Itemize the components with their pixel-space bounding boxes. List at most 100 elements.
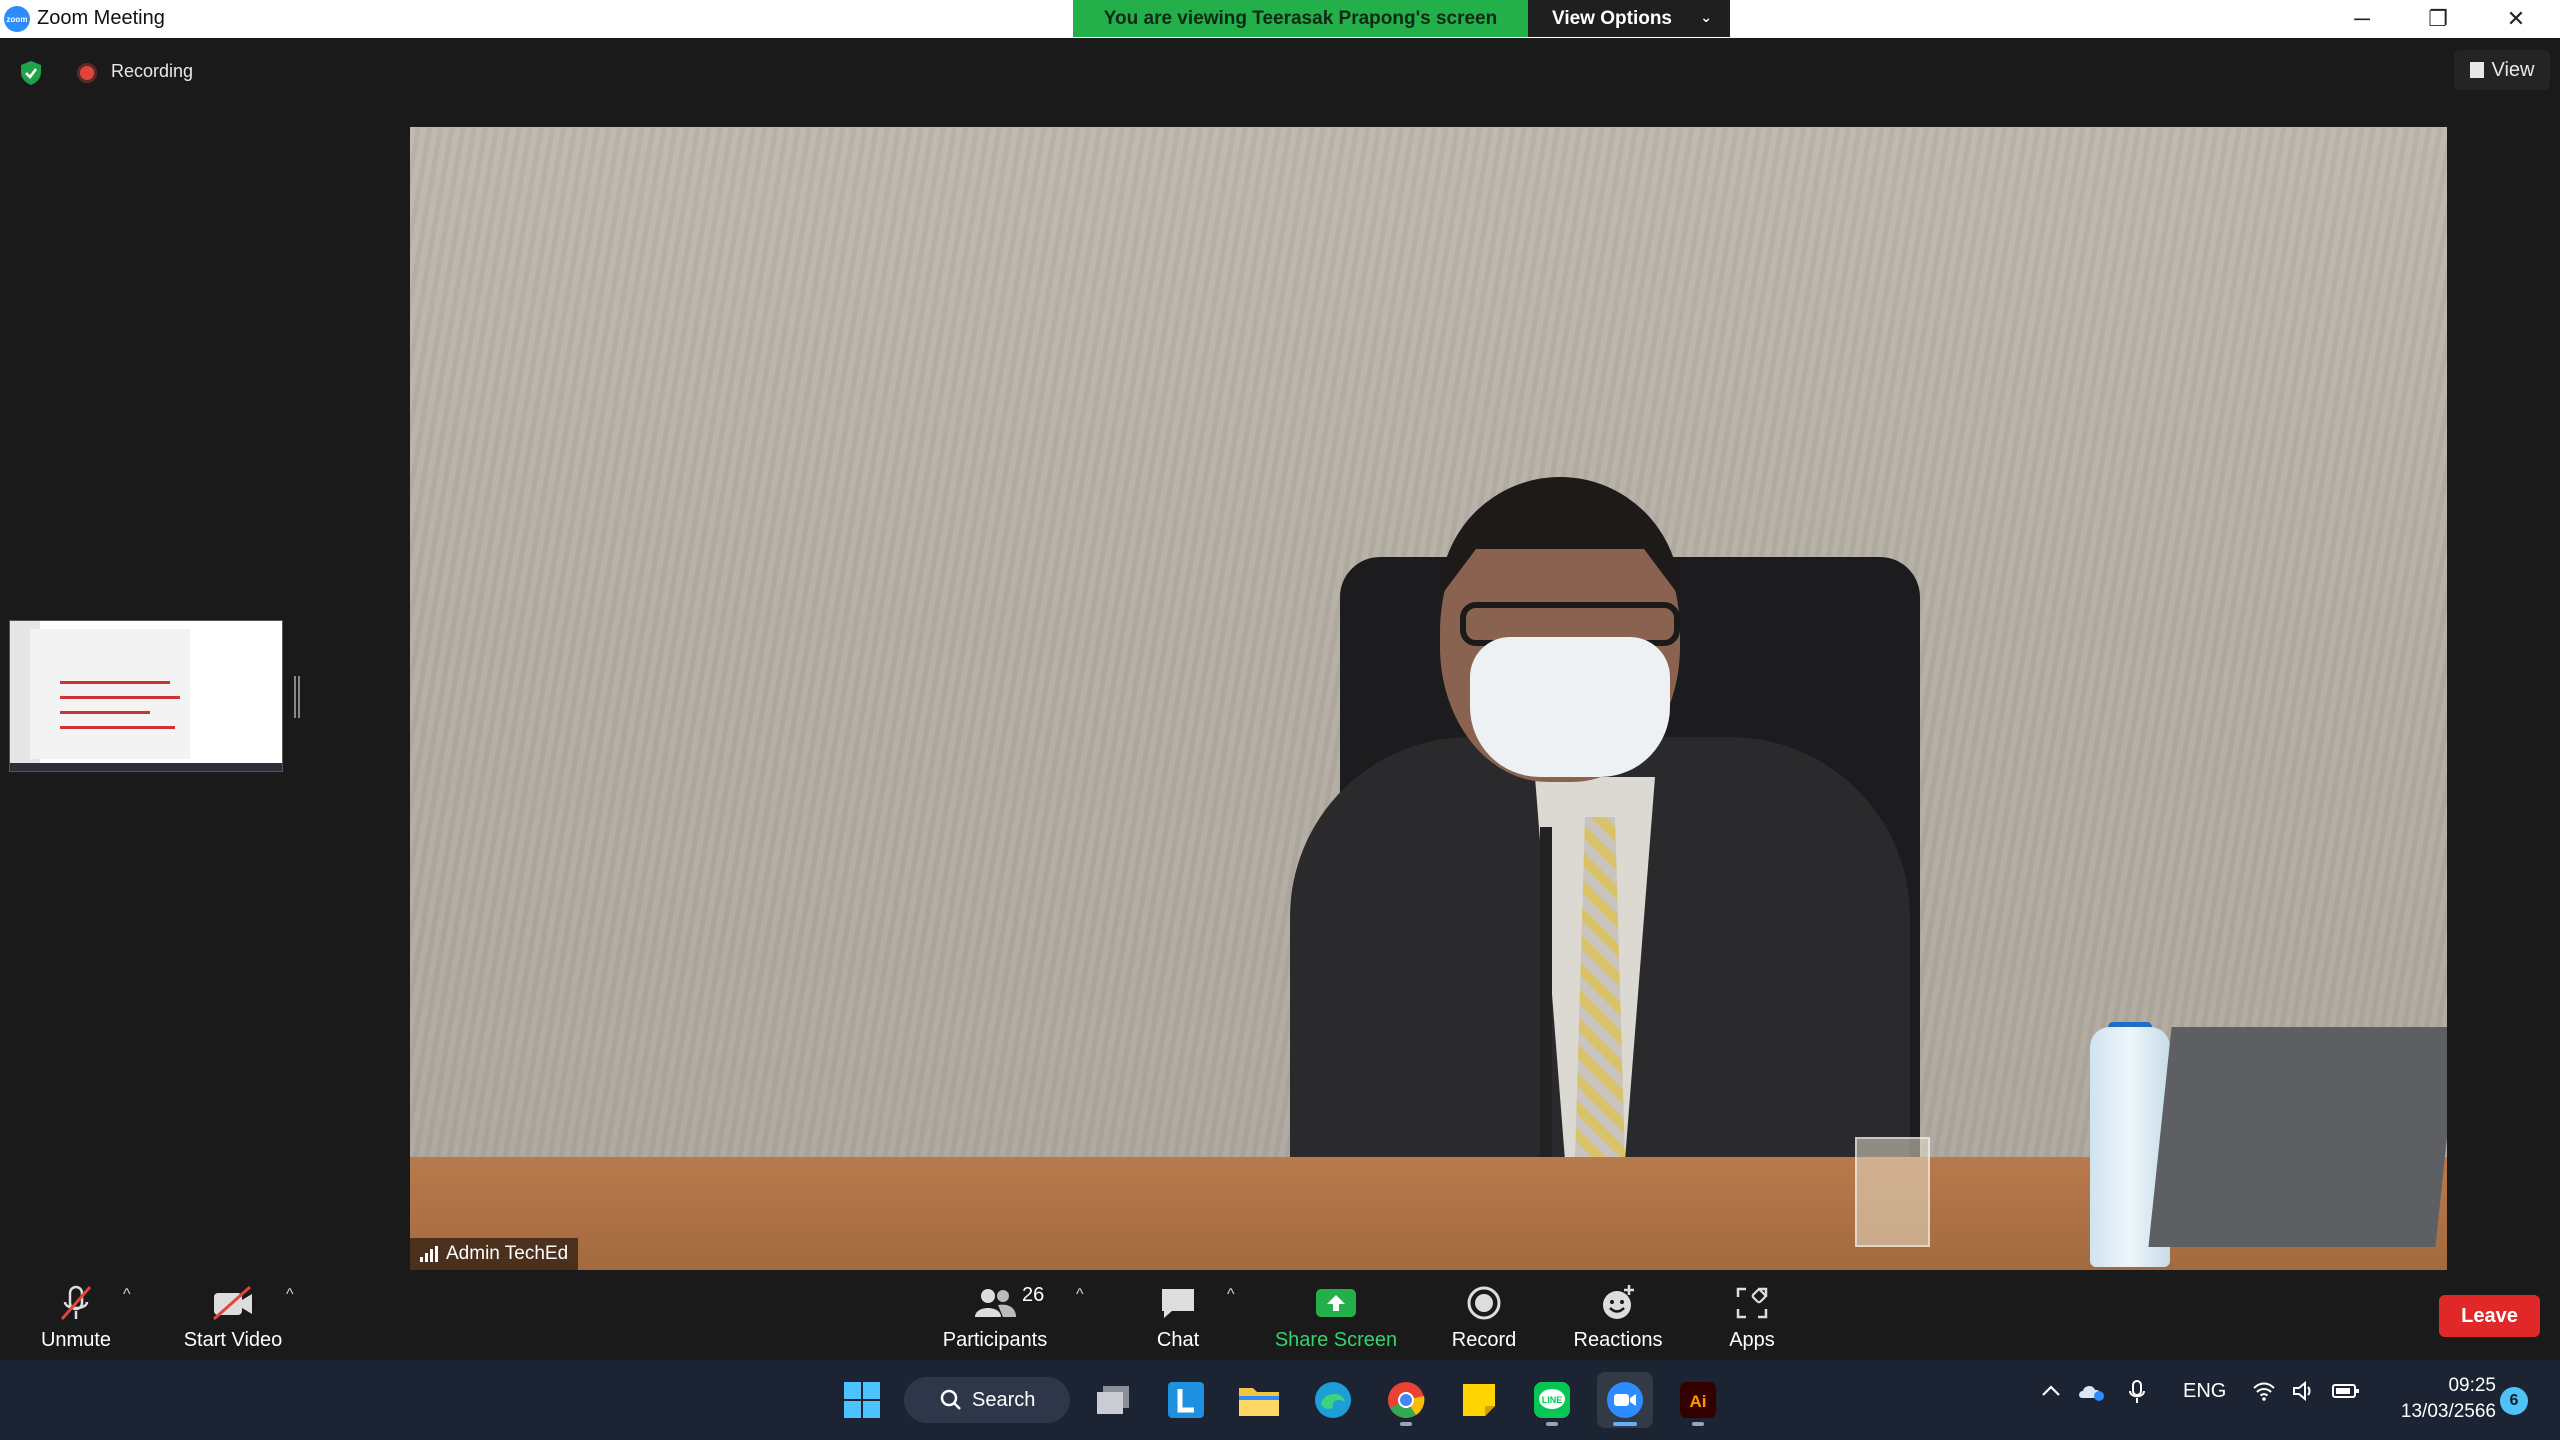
share-screen-button[interactable]: Share Screen <box>1268 1272 1404 1360</box>
apps-label: Apps <box>1729 1329 1775 1351</box>
l-app-icon <box>1168 1382 1204 1418</box>
participants-label: Participants <box>942 1329 1048 1351</box>
task-view-button[interactable] <box>1085 1372 1141 1428</box>
thumb-text-line <box>60 681 170 684</box>
running-indicator <box>1400 1422 1412 1426</box>
shared-screen-thumbnail[interactable] <box>9 620 283 772</box>
speaker-mask <box>1470 637 1670 777</box>
view-options-label: View Options <box>1552 7 1673 29</box>
chevron-down-icon: ⌄ <box>1700 9 1712 25</box>
taskbar-sticky-notes[interactable] <box>1451 1372 1507 1428</box>
chat-label: Chat <box>1156 1329 1200 1351</box>
muted-mic-icon <box>56 1281 96 1325</box>
adobe-illustrator-icon: Ai <box>1680 1382 1716 1418</box>
meeting-toolbar: Unmute ^ Start Video ^ Participants 26 ^… <box>0 1272 2560 1360</box>
main-video-feed[interactable]: Admin TechEd <box>410 127 2447 1270</box>
task-view-icon <box>1097 1386 1129 1414</box>
thumbnail-resize-handle[interactable] <box>294 676 300 718</box>
participants-options-caret[interactable]: ^ <box>1076 1286 1084 1304</box>
reactions-smiley-icon <box>1598 1281 1638 1325</box>
share-screen-label: Share Screen <box>1274 1329 1398 1351</box>
taskbar-clock[interactable]: 09:25 13/03/2566 <box>2386 1373 2496 1425</box>
clock-time: 09:25 <box>2448 1375 2496 1396</box>
record-icon <box>1464 1281 1504 1325</box>
wifi-icon[interactable] <box>2252 1380 2276 1408</box>
thumb-taskbar <box>10 763 282 771</box>
video-options-caret[interactable]: ^ <box>286 1286 294 1304</box>
tray-overflow-chevron-icon[interactable] <box>2040 1380 2062 1408</box>
view-layout-icon <box>2469 62 2484 78</box>
thumb-text-line <box>60 711 150 714</box>
minimize-button[interactable]: ─ <box>2332 0 2392 38</box>
thumb-text-line <box>60 726 175 729</box>
share-screen-icon <box>1314 1281 1358 1325</box>
input-language[interactable]: ENG <box>2183 1380 2226 1403</box>
reactions-button[interactable]: Reactions <box>1566 1272 1670 1360</box>
taskbar-search[interactable]: Search <box>904 1377 1070 1423</box>
window-title: Zoom Meeting <box>37 7 165 29</box>
svg-text:LINE: LINE <box>1542 1395 1563 1405</box>
search-label: Search <box>972 1388 1036 1411</box>
view-button[interactable]: View <box>2454 50 2550 90</box>
volume-icon[interactable] <box>2292 1380 2316 1408</box>
active-indicator <box>1613 1422 1637 1426</box>
water-glass <box>1855 1137 1930 1247</box>
battery-icon[interactable] <box>2332 1380 2360 1408</box>
laptop <box>2148 1027 2447 1247</box>
thumb-text-line <box>60 696 180 699</box>
chrome-browser-icon <box>1388 1382 1425 1418</box>
zoom-app-icon: zoom <box>4 6 30 32</box>
line-chat-icon: LINE <box>1534 1382 1570 1418</box>
taskbar-chrome[interactable] <box>1378 1372 1434 1428</box>
leave-button[interactable]: Leave <box>2439 1295 2540 1337</box>
security-shield-icon[interactable] <box>20 60 42 86</box>
taskbar-line[interactable]: LINE <box>1524 1372 1580 1428</box>
meeting-topbar: Recording View <box>0 38 2560 108</box>
unmute-button[interactable]: Unmute <box>36 1272 116 1360</box>
record-button[interactable]: Record <box>1442 1272 1526 1360</box>
taskbar-zoom[interactable] <box>1597 1372 1653 1428</box>
start-video-button[interactable]: Start Video <box>178 1272 288 1360</box>
reactions-label: Reactions <box>1573 1329 1663 1351</box>
taskbar-l-app[interactable] <box>1158 1372 1214 1428</box>
recording-dot-icon <box>77 63 97 83</box>
taskbar-edge[interactable] <box>1305 1372 1361 1428</box>
search-icon <box>940 1389 961 1410</box>
signal-strength-icon <box>420 1246 438 1262</box>
participant-name-tag: Admin TechEd <box>410 1238 579 1270</box>
clock-date: 13/03/2566 <box>2400 1401 2496 1422</box>
participant-name: Admin TechEd <box>446 1243 569 1264</box>
notification-count-badge[interactable]: 6 <box>2500 1387 2528 1415</box>
participants-icon <box>972 1281 1018 1325</box>
apps-icon <box>1732 1281 1772 1325</box>
microphone-tray-icon[interactable] <box>2128 1380 2146 1410</box>
chat-button[interactable]: Chat <box>1138 1272 1218 1360</box>
view-button-label: View <box>2491 58 2535 81</box>
onedrive-icon[interactable] <box>2076 1380 2106 1408</box>
taskbar-illustrator[interactable]: Ai <box>1670 1372 1726 1428</box>
window-titlebar: zoom Zoom Meeting You are viewing Teeras… <box>0 0 2560 38</box>
running-indicator <box>1692 1422 1704 1426</box>
zoom-app-taskbar-icon <box>1607 1382 1643 1418</box>
sticky-notes-icon <box>1463 1384 1495 1416</box>
start-video-label: Start Video <box>183 1329 283 1351</box>
taskbar-file-explorer[interactable] <box>1231 1372 1287 1428</box>
chat-icon <box>1158 1281 1198 1325</box>
recording-label: Recording <box>111 61 194 81</box>
windows-start-button[interactable] <box>834 1372 890 1428</box>
video-off-icon <box>210 1281 256 1325</box>
close-button[interactable]: ✕ <box>2486 0 2546 38</box>
chat-options-caret[interactable]: ^ <box>1227 1286 1235 1304</box>
unmute-label: Unmute <box>40 1329 112 1351</box>
apps-button[interactable]: Apps <box>1712 1272 1792 1360</box>
windows-taskbar: Search LINE Ai ENG 09:25 13/03/2566 6 <box>0 1360 2560 1440</box>
record-label: Record <box>1451 1329 1517 1351</box>
edge-browser-icon <box>1315 1382 1351 1418</box>
restore-button[interactable]: ❐ <box>2408 0 2468 38</box>
windows-logo-icon <box>844 1382 880 1418</box>
participants-count: 26 <box>1022 1284 1045 1306</box>
audio-options-caret[interactable]: ^ <box>123 1286 131 1304</box>
folder-icon <box>1239 1388 1279 1416</box>
thumb-document <box>30 629 190 759</box>
view-options-button[interactable]: View Options ⌄ <box>1528 0 1730 37</box>
